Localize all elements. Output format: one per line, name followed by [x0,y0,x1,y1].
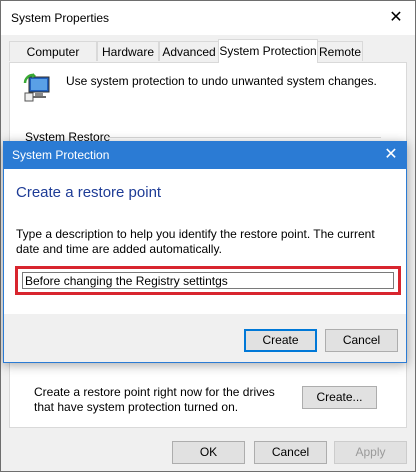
input-highlight [15,266,401,295]
intro-text: Use system protection to undo unwanted s… [66,74,377,88]
dialog-titlebar[interactable]: System Protection ✕ [4,142,406,169]
window-title: System Properties [11,11,110,25]
tab-remote[interactable]: Remote [317,41,363,61]
tab-advanced[interactable]: Advanced [159,41,219,61]
create-restore-point-dialog: System Protection ✕ Create a restore poi… [3,141,407,363]
tab-system-protection[interactable]: System Protection [218,39,318,63]
create-restore-text: Create a restore point right now for the… [34,385,275,414]
close-icon[interactable]: ✕ [380,145,402,165]
create-restore-point-button[interactable]: Create... [302,386,377,409]
tab-hardware[interactable]: Hardware [97,41,159,61]
dialog-description: Type a description to help you identify … [16,227,375,256]
group-divider [105,137,381,138]
apply-button[interactable]: Apply [334,441,407,464]
dialog-heading: Create a restore point [16,184,162,201]
ok-button[interactable]: OK [172,441,245,464]
dialog-content: Create a restore point Type a descriptio… [4,169,406,314]
dialog-create-button[interactable]: Create [244,329,317,352]
restore-point-description-input[interactable] [22,272,394,289]
tab-computer-name[interactable]: Computer Name [9,41,97,79]
close-icon[interactable]: ✕ [383,7,409,29]
outer-titlebar[interactable]: System Properties ✕ [1,1,415,35]
system-protection-icon [23,73,53,103]
cancel-button[interactable]: Cancel [254,441,327,464]
dialog-title: System Protection [12,148,110,162]
dialog-cancel-button[interactable]: Cancel [325,329,398,352]
